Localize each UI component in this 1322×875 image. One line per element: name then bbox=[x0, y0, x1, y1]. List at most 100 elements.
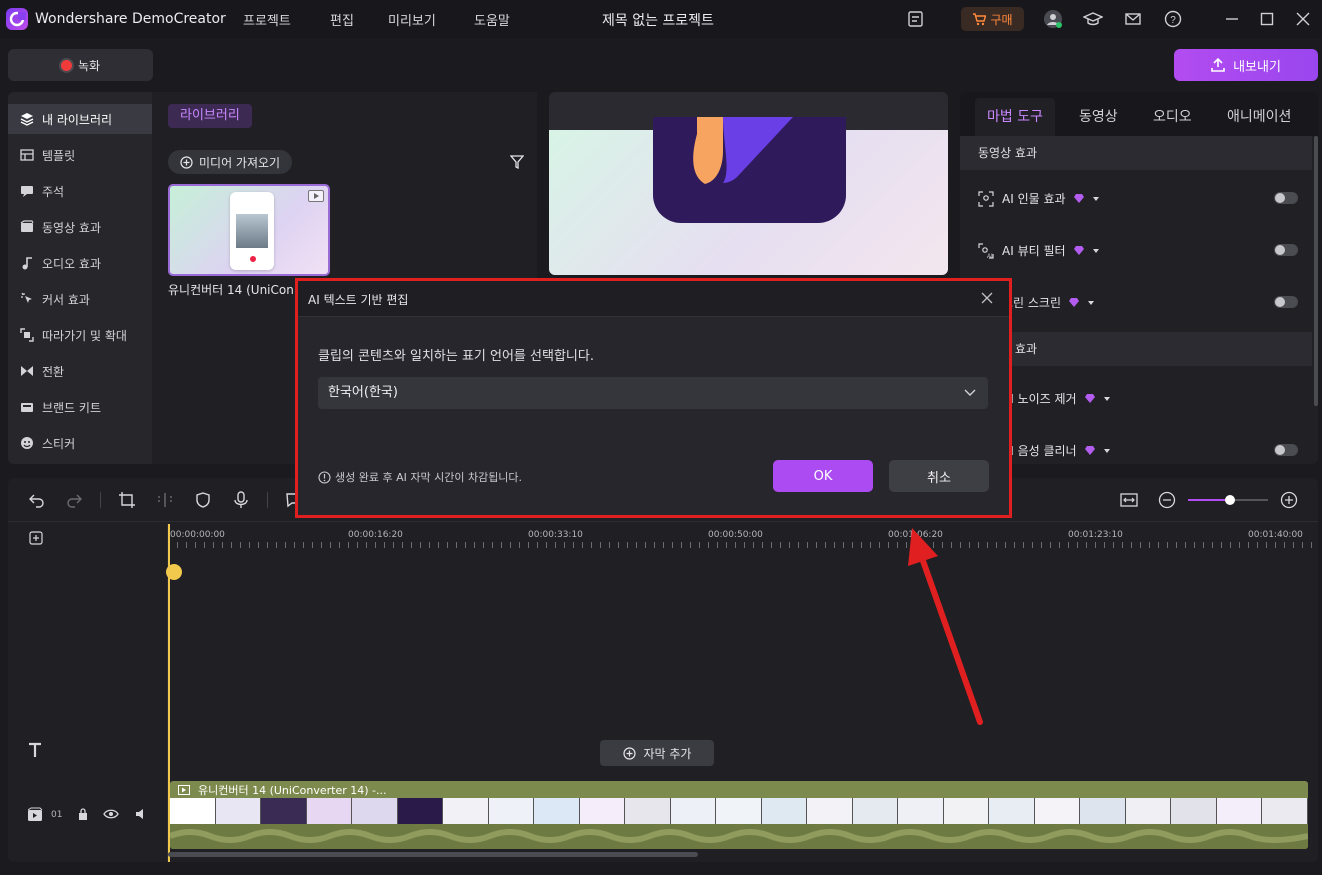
tab-magic-tools[interactable]: 마법 도구 bbox=[987, 106, 1043, 126]
annotation-icon bbox=[20, 184, 34, 198]
lock-icon[interactable] bbox=[76, 807, 90, 821]
tab-animation[interactable]: 애니메이션 bbox=[1227, 106, 1291, 126]
sidebar-item-transitions[interactable]: 전환 bbox=[8, 356, 152, 386]
zoom-follow-icon bbox=[20, 328, 34, 342]
import-media-button[interactable]: 미디어 가져오기 bbox=[168, 150, 293, 174]
clip-video-icon bbox=[178, 784, 190, 795]
layers-icon bbox=[20, 112, 34, 126]
video-clip[interactable]: 유니컨버터 14 (UniConverter 14) -... bbox=[170, 781, 1308, 849]
green-screen-toggle[interactable] bbox=[1274, 296, 1298, 308]
ai-portrait-toggle[interactable] bbox=[1274, 192, 1298, 204]
fit-width-icon[interactable] bbox=[1120, 491, 1138, 509]
feature-ai-portrait[interactable]: AI 인물 효과 bbox=[978, 190, 1100, 207]
menu-project[interactable]: 프로젝트 bbox=[243, 10, 291, 29]
video-effect-icon bbox=[20, 220, 34, 234]
section-audio-effects[interactable]: 오디오 효과 bbox=[960, 332, 1312, 366]
sidebar-item-label: 템플릿 bbox=[42, 148, 76, 163]
info-icon bbox=[318, 470, 331, 484]
sidebar-item-stickers[interactable]: 스티커 bbox=[8, 428, 152, 458]
microphone-icon[interactable] bbox=[232, 491, 250, 509]
split-icon[interactable] bbox=[156, 491, 174, 509]
premium-gem-icon bbox=[1069, 298, 1080, 307]
add-subtitle-label: 자막 추가 bbox=[643, 746, 692, 761]
sidebar-item-my-library[interactable]: 내 라이브러리 bbox=[8, 104, 152, 134]
add-subtitle-button[interactable]: 자막 추가 bbox=[600, 740, 714, 766]
sidebar-item-audio-effects[interactable]: 오디오 효과 bbox=[8, 248, 152, 278]
chevron-down-icon[interactable] bbox=[1087, 300, 1095, 306]
chevron-down-icon[interactable] bbox=[1103, 396, 1111, 402]
shield-icon[interactable] bbox=[194, 491, 212, 509]
sidebar-item-zoom-follow[interactable]: 따라가기 및 확대 bbox=[8, 320, 152, 350]
ai-beauty-toggle[interactable] bbox=[1274, 244, 1298, 256]
ruler-label: 00:01:40:00 bbox=[1248, 530, 1303, 540]
text-track-icon bbox=[27, 742, 43, 758]
export-label: 내보내기 bbox=[1233, 59, 1281, 75]
sidebar-item-cursor-effects[interactable]: 커서 효과 bbox=[8, 284, 152, 314]
add-track-icon[interactable] bbox=[29, 531, 43, 545]
ruler-label: 00:00:00:00 bbox=[170, 530, 225, 540]
record-dot-icon bbox=[60, 59, 72, 71]
minimize-icon[interactable] bbox=[1222, 9, 1242, 29]
maximize-icon[interactable] bbox=[1257, 9, 1277, 29]
video-track-icon bbox=[27, 807, 43, 823]
language-value: 한국어(한국) bbox=[328, 385, 398, 400]
tab-audio[interactable]: 오디오 bbox=[1153, 106, 1192, 126]
menu-edit[interactable]: 편집 bbox=[330, 10, 354, 29]
chevron-down-icon[interactable] bbox=[1103, 448, 1111, 454]
visibility-eye-icon[interactable] bbox=[103, 807, 119, 821]
feedback-icon[interactable] bbox=[906, 9, 926, 29]
zoom-in-icon[interactable] bbox=[1280, 491, 1298, 509]
sidebar-item-label: 주석 bbox=[42, 184, 65, 199]
sidebar-item-video-effects[interactable]: 동영상 효과 bbox=[8, 212, 152, 242]
section-video-effects[interactable]: 동영상 효과 bbox=[960, 136, 1312, 170]
zoom-slider[interactable] bbox=[1188, 495, 1268, 505]
ai-voice-cleaner-toggle[interactable] bbox=[1274, 444, 1298, 456]
timeline-scrollbar[interactable] bbox=[168, 852, 698, 857]
svg-text:AI: AI bbox=[987, 254, 993, 259]
language-select[interactable]: 한국어(한국) bbox=[318, 377, 988, 409]
mail-icon[interactable] bbox=[1123, 9, 1143, 29]
info-note: 생성 완료 후 AI 자막 시간이 차감됩니다. bbox=[318, 469, 522, 485]
tab-video[interactable]: 동영상 bbox=[1079, 106, 1118, 126]
buy-button[interactable]: 구매 bbox=[961, 7, 1024, 31]
preview-panel bbox=[549, 92, 948, 275]
chevron-down-icon[interactable] bbox=[1092, 248, 1100, 254]
sidebar-item-brand-kit[interactable]: 브랜드 키트 bbox=[8, 392, 152, 422]
clip-title: 유니컨버터 14 (UniConverter 14) -... bbox=[198, 783, 387, 797]
speaker-icon[interactable] bbox=[134, 807, 148, 821]
help-icon[interactable]: ? bbox=[1163, 9, 1183, 29]
app-logo-icon bbox=[6, 8, 28, 30]
feature-label: AI 뷰티 필터 bbox=[1002, 244, 1066, 258]
feature-ai-beauty[interactable]: AI AI 뷰티 필터 bbox=[978, 242, 1100, 259]
media-thumbnail[interactable] bbox=[168, 184, 330, 276]
crop-icon[interactable] bbox=[118, 491, 136, 509]
cancel-button[interactable]: 취소 bbox=[889, 460, 989, 492]
library-tab[interactable]: 라이브러리 bbox=[168, 104, 252, 128]
filter-icon[interactable] bbox=[510, 155, 524, 169]
info-text: 생성 완료 후 AI 자막 시간이 차감됩니다. bbox=[335, 471, 523, 484]
beauty-icon: AI bbox=[978, 242, 994, 259]
menu-preview[interactable]: 미리보기 bbox=[388, 10, 436, 29]
sidebar-item-annotations[interactable]: 주석 bbox=[8, 176, 152, 206]
ok-button[interactable]: OK bbox=[773, 460, 873, 492]
menu-help[interactable]: 도움말 bbox=[474, 10, 510, 29]
right-panel-scrollbar[interactable] bbox=[1314, 136, 1318, 406]
close-window-icon[interactable] bbox=[1293, 9, 1313, 29]
toolbar-divider bbox=[267, 492, 268, 508]
zoom-slider-handle[interactable] bbox=[1225, 495, 1235, 505]
graduation-cap-icon[interactable] bbox=[1083, 9, 1103, 29]
zoom-out-icon[interactable] bbox=[1158, 491, 1176, 509]
dialog-description: 클립의 콘텐츠와 일치하는 표기 언어를 선택합니다. bbox=[318, 349, 594, 364]
redo-icon[interactable] bbox=[65, 491, 83, 509]
time-ruler[interactable]: 00:00:00:00 00:00:16:20 00:00:33:10 00:0… bbox=[168, 524, 1318, 550]
undo-icon[interactable] bbox=[28, 491, 46, 509]
clip-frames bbox=[170, 798, 1308, 824]
playhead-marker[interactable] bbox=[166, 564, 182, 580]
account-avatar-icon[interactable] bbox=[1043, 9, 1063, 29]
sidebar-item-templates[interactable]: 템플릿 bbox=[8, 140, 152, 170]
chevron-down-icon[interactable] bbox=[1092, 196, 1100, 202]
record-button[interactable]: 녹화 bbox=[8, 49, 153, 81]
sidebar-item-label: 동영상 효과 bbox=[42, 220, 102, 235]
export-button[interactable]: 내보내기 bbox=[1174, 49, 1318, 81]
close-icon[interactable] bbox=[981, 292, 993, 304]
